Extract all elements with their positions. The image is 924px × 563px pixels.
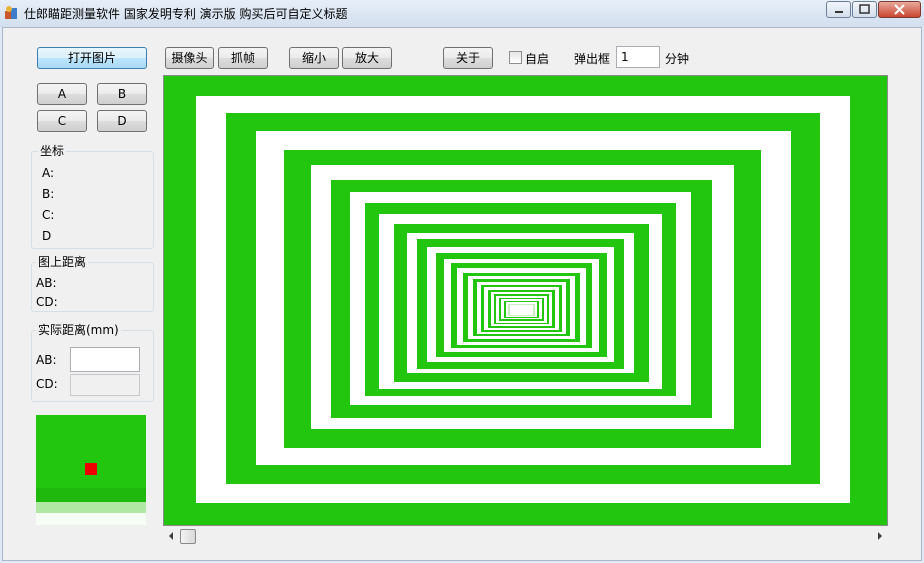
- about-button[interactable]: 关于: [443, 47, 493, 69]
- real-ab-input[interactable]: [70, 347, 140, 372]
- close-button[interactable]: [878, 1, 921, 18]
- thumbnail-green-area: [36, 415, 146, 488]
- camera-button[interactable]: 摄像头: [165, 47, 214, 69]
- minutes-label: 分钟: [665, 52, 690, 66]
- zoom-in-button[interactable]: 放大: [342, 47, 392, 69]
- horizontal-scrollbar[interactable]: [163, 528, 888, 545]
- scroll-thumb[interactable]: [180, 529, 196, 544]
- popup-label: 弹出框: [574, 52, 611, 66]
- point-b-button[interactable]: B: [97, 83, 147, 105]
- real-ab-label: AB:: [36, 353, 57, 367]
- coord-c-label: C:: [42, 208, 55, 222]
- image-ab-label: AB:: [36, 276, 57, 290]
- view-position-marker: [85, 463, 97, 475]
- scroll-left-arrow-icon[interactable]: [169, 532, 173, 540]
- title-bar: 仕郎瞄距测量软件 国家发明专利 演示版 购买后可自定义标题: [0, 0, 924, 27]
- coord-a-label: A:: [42, 166, 55, 180]
- thumbnail-band-white: [36, 513, 146, 525]
- auto-start-checkbox[interactable]: [509, 51, 522, 64]
- point-d-button[interactable]: D: [97, 110, 147, 132]
- image-canvas[interactable]: [163, 75, 888, 526]
- image-distance-group-title: 图上距离: [36, 255, 89, 269]
- concentric-rectangles-image: [164, 76, 887, 525]
- thumbnail-band-light: [36, 502, 146, 513]
- thumbnail-band-dark: [36, 488, 146, 502]
- real-cd-input[interactable]: [70, 374, 140, 396]
- real-distance-group-title: 实际距离(mm): [36, 323, 121, 337]
- coord-b-label: B:: [42, 187, 55, 201]
- minimize-button[interactable]: [826, 1, 851, 18]
- maximize-icon: [859, 4, 870, 14]
- scroll-right-arrow-icon[interactable]: [878, 532, 882, 540]
- zoom-out-button[interactable]: 缩小: [289, 47, 339, 69]
- real-cd-label: CD:: [36, 377, 58, 391]
- maximize-button[interactable]: [852, 1, 877, 18]
- auto-start-label: 自启: [525, 52, 550, 66]
- thumbnail-preview: [36, 415, 146, 525]
- point-a-button[interactable]: A: [37, 83, 87, 105]
- popup-minutes-input[interactable]: 1: [616, 46, 660, 68]
- grab-frame-button[interactable]: 抓帧: [218, 47, 268, 69]
- window-title: 仕郎瞄距测量软件 国家发明专利 演示版 购买后可自定义标题: [24, 7, 348, 21]
- coord-d-label: D: [42, 229, 52, 243]
- app-icon: [5, 6, 17, 19]
- open-image-button[interactable]: 打开图片: [37, 47, 147, 69]
- close-icon: [894, 4, 905, 15]
- minimize-icon: [835, 11, 843, 13]
- coords-group-title: 坐标: [38, 144, 67, 158]
- image-cd-label: CD:: [36, 295, 58, 309]
- point-c-button[interactable]: C: [37, 110, 87, 132]
